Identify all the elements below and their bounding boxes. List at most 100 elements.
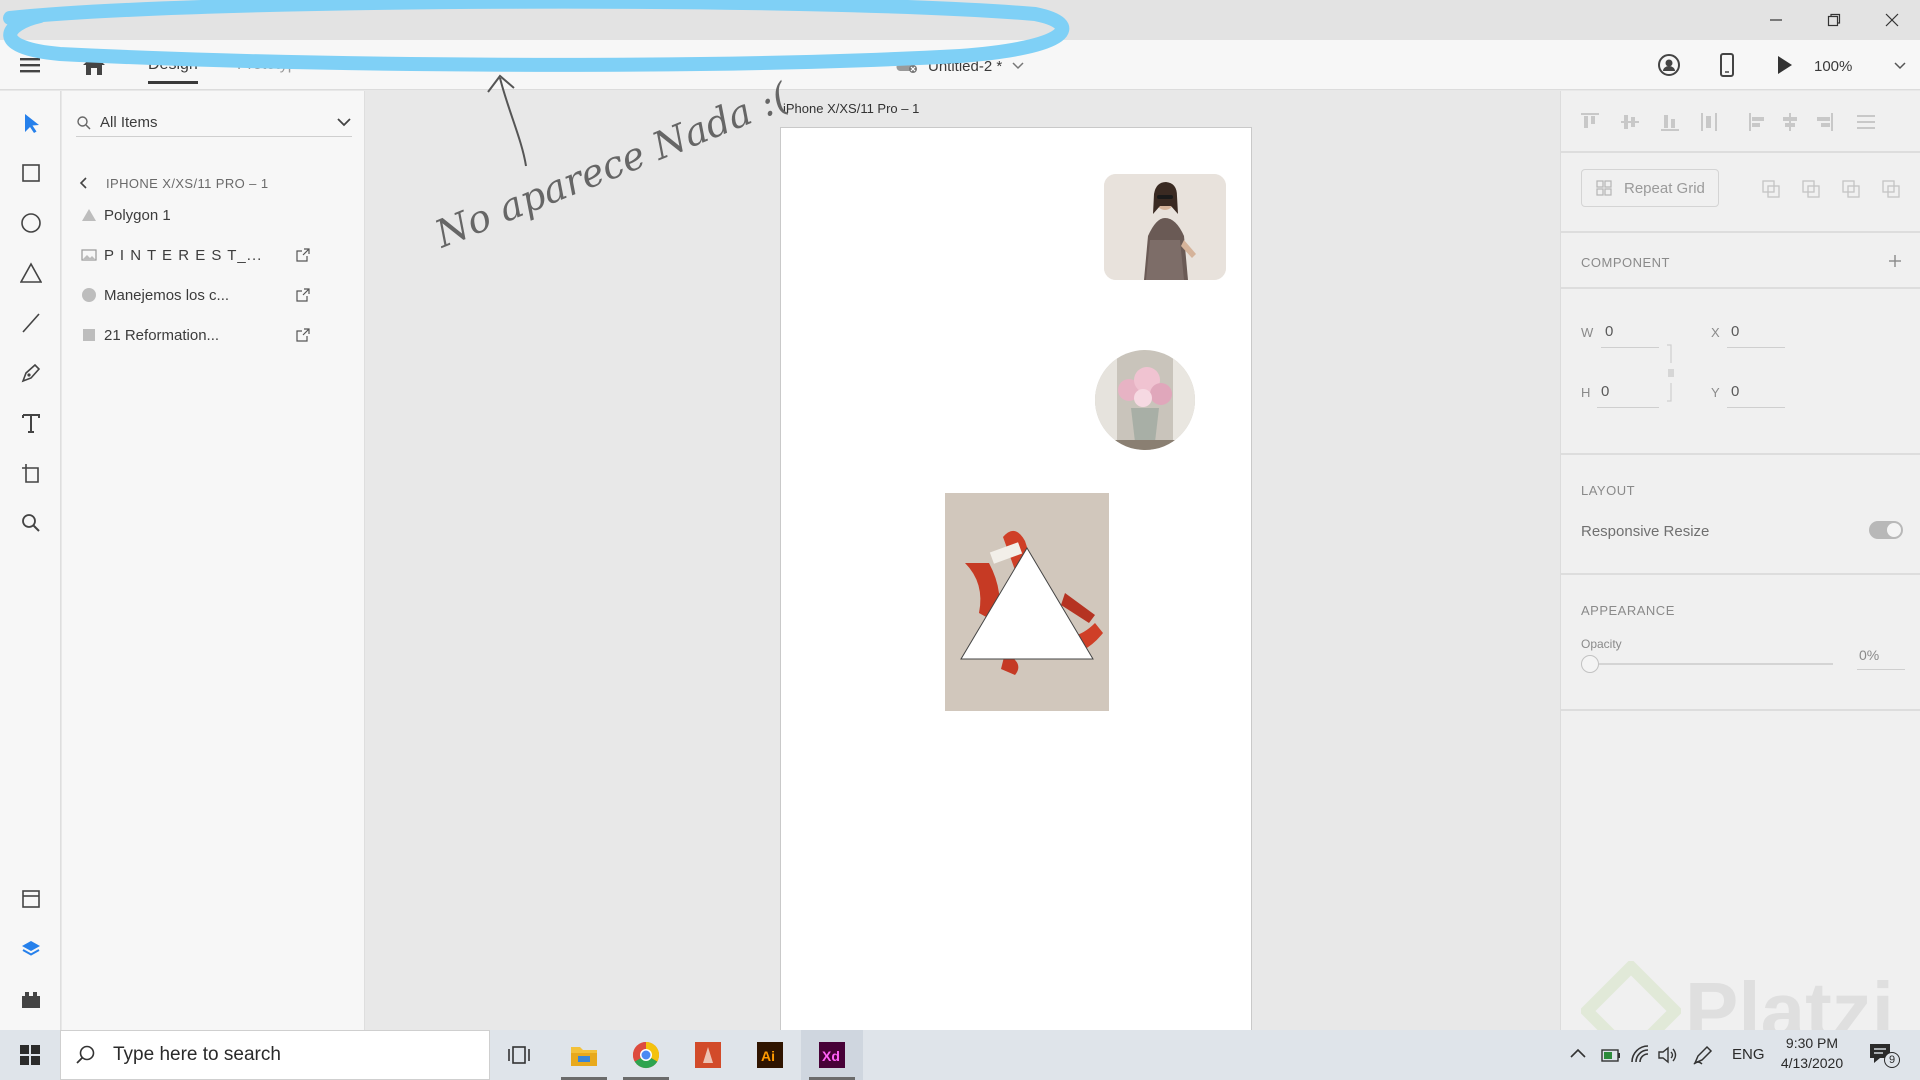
svg-text:Ai: Ai xyxy=(761,1048,775,1064)
share-profile-button[interactable] xyxy=(1656,52,1682,78)
taskbar-chrome[interactable] xyxy=(615,1030,677,1080)
layer-name: Polygon 1 xyxy=(104,206,171,224)
layer-name: Manejemos los c... xyxy=(104,286,230,304)
y-field[interactable]: 0 xyxy=(1731,383,1739,400)
opacity-slider-track[interactable] xyxy=(1599,663,1833,665)
tab-design[interactable]: Design xyxy=(148,40,198,90)
ellipse-tool[interactable] xyxy=(14,206,48,240)
artboard[interactable] xyxy=(780,127,1252,1030)
width-field[interactable]: 0 xyxy=(1605,323,1613,340)
polygon-tool[interactable] xyxy=(14,256,48,290)
close-icon xyxy=(1885,13,1899,27)
clock[interactable]: 9:30 PM 4/13/2020 xyxy=(1774,1035,1850,1071)
assets-icon xyxy=(22,890,40,908)
task-view-button[interactable] xyxy=(488,1030,550,1080)
flowers-photo[interactable] xyxy=(1095,350,1195,450)
opacity-slider-handle[interactable] xyxy=(1581,655,1599,673)
hamburger-menu-button[interactable] xyxy=(18,54,44,76)
lock-aspect-icon[interactable] xyxy=(1665,343,1677,403)
device-preview-button[interactable] xyxy=(1714,52,1740,78)
close-button[interactable] xyxy=(1864,0,1920,40)
chevron-up-icon[interactable] xyxy=(1568,1044,1588,1064)
pen-workspace-icon[interactable] xyxy=(1692,1044,1714,1066)
layers-panel: All Items IPHONE X/XS/11 PRO – 1 Polygon… xyxy=(62,91,365,1030)
component-section: COMPONENT xyxy=(1561,233,1920,289)
layer-item[interactable]: P I N T E R E S T_... xyxy=(74,238,344,272)
external-link-icon[interactable] xyxy=(296,328,310,342)
zoom-dropdown[interactable]: 100% xyxy=(1814,56,1914,76)
woman-portrait-image xyxy=(1104,174,1226,280)
chevron-down-icon xyxy=(1894,62,1906,70)
external-link-icon[interactable] xyxy=(296,248,310,262)
breadcrumb[interactable]: IPHONE X/XS/11 PRO – 1 xyxy=(78,173,268,193)
layers-filter[interactable]: All Items xyxy=(76,109,352,137)
align-section xyxy=(1561,91,1920,153)
notification-count: 9 xyxy=(1884,1052,1900,1068)
height-field[interactable]: 0 xyxy=(1601,383,1609,400)
layers-filter-value: All Items xyxy=(100,114,158,131)
canvas[interactable]: iPhone X/XS/11 Pro – 1 xyxy=(366,91,1560,1030)
select-tool[interactable] xyxy=(14,106,48,140)
layout-label: LAYOUT xyxy=(1581,483,1636,498)
battery-icon[interactable] xyxy=(1600,1044,1622,1066)
rectangle-tool[interactable] xyxy=(14,156,48,190)
tab-prototype[interactable]: Prototype xyxy=(237,40,305,90)
opacity-field[interactable]: 0% xyxy=(1859,647,1879,663)
layers-panel-button[interactable] xyxy=(14,932,48,966)
text-tool[interactable] xyxy=(14,406,48,440)
layer-item[interactable]: 21 Reformation... xyxy=(74,318,344,352)
minimize-icon xyxy=(1770,19,1782,21)
action-center-button[interactable]: 9 xyxy=(1868,1042,1902,1070)
layer-item[interactable]: Manejemos los c... xyxy=(74,278,344,312)
taskbar-app-red[interactable] xyxy=(677,1030,739,1080)
boolean-ops-icons xyxy=(1762,180,1900,198)
adobe-xd-icon: Xd xyxy=(819,1042,845,1068)
responsive-resize-label: Responsive Resize xyxy=(1581,523,1710,540)
search-icon xyxy=(22,514,40,532)
play-preview-button[interactable] xyxy=(1771,52,1797,78)
repeat-grid-label: Repeat Grid xyxy=(1624,179,1705,197)
fashion-photo[interactable] xyxy=(1104,174,1226,280)
title-bar xyxy=(0,0,1920,40)
layout-section: LAYOUT Responsive Resize xyxy=(1561,455,1920,575)
polygon-masked-photo[interactable] xyxy=(945,493,1109,711)
artboard-label[interactable]: iPhone X/XS/11 Pro – 1 xyxy=(783,101,919,116)
repeat-grid-button[interactable]: Repeat Grid xyxy=(1581,169,1719,207)
taskbar-adobe-xd[interactable]: Xd xyxy=(801,1030,863,1080)
artboard-tool[interactable] xyxy=(14,456,48,490)
restore-icon xyxy=(1827,13,1841,27)
responsive-resize-toggle[interactable] xyxy=(1869,521,1903,539)
plugins-panel-button[interactable] xyxy=(14,982,48,1016)
properties-panel: Repeat Grid COMPONENT W 0 X 0 H 0 Y 0 LA… xyxy=(1560,91,1920,1061)
plus-icon[interactable] xyxy=(1887,253,1903,269)
transform-section: W 0 X 0 H 0 Y 0 xyxy=(1561,289,1920,455)
pen-tool[interactable] xyxy=(14,356,48,390)
home-button[interactable] xyxy=(80,52,108,78)
x-label: X xyxy=(1711,325,1720,340)
cloud-offline-icon xyxy=(896,59,917,73)
line-tool[interactable] xyxy=(14,306,48,340)
start-button[interactable] xyxy=(10,1040,50,1070)
layer-item[interactable]: Polygon 1 xyxy=(74,198,344,232)
external-link-icon[interactable] xyxy=(296,288,310,302)
wifi-icon[interactable] xyxy=(1630,1044,1652,1066)
language-indicator[interactable]: ENG xyxy=(1732,1046,1765,1063)
line-icon xyxy=(22,313,40,333)
x-field[interactable]: 0 xyxy=(1731,323,1739,340)
layer-name: 21 Reformation... xyxy=(104,326,220,344)
play-icon xyxy=(1778,56,1792,74)
taskbar-search[interactable]: Type here to search xyxy=(60,1030,490,1080)
task-view-icon xyxy=(508,1046,530,1064)
triangle-icon xyxy=(20,262,42,283)
grid-icon xyxy=(1596,180,1612,196)
taskbar-illustrator[interactable]: Ai xyxy=(739,1030,801,1080)
assets-panel-button[interactable] xyxy=(14,882,48,916)
y-label: Y xyxy=(1711,385,1720,400)
taskbar-file-explorer[interactable] xyxy=(553,1030,615,1080)
zoom-tool[interactable] xyxy=(14,506,48,540)
speaker-icon[interactable] xyxy=(1656,1044,1680,1066)
red-fabric-image xyxy=(945,493,1109,711)
document-title-dropdown[interactable]: Untitled-2 * xyxy=(894,56,1026,76)
restore-button[interactable] xyxy=(1806,0,1862,40)
minimize-button[interactable] xyxy=(1748,0,1804,40)
